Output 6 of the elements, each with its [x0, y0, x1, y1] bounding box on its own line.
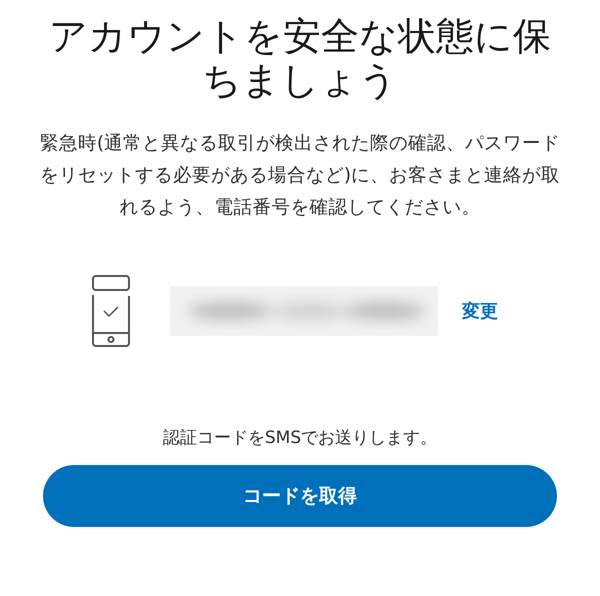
description-text: 緊急時(通常と異なる取引が検出された際の確認、パスワードをリセットする必要がある場合など)に、お客さまと連絡が取れるよう、電話番号を確認してください。	[38, 132, 562, 220]
sms-note: 認証コードをSMSでお送りします。	[162, 427, 438, 449]
page-title: アカウントを安全な状態に保ちましょう	[48, 14, 552, 102]
change-link[interactable]: 変更	[462, 299, 498, 323]
phone-check-icon	[90, 274, 132, 348]
get-code-button[interactable]: コードを取得	[43, 465, 557, 527]
